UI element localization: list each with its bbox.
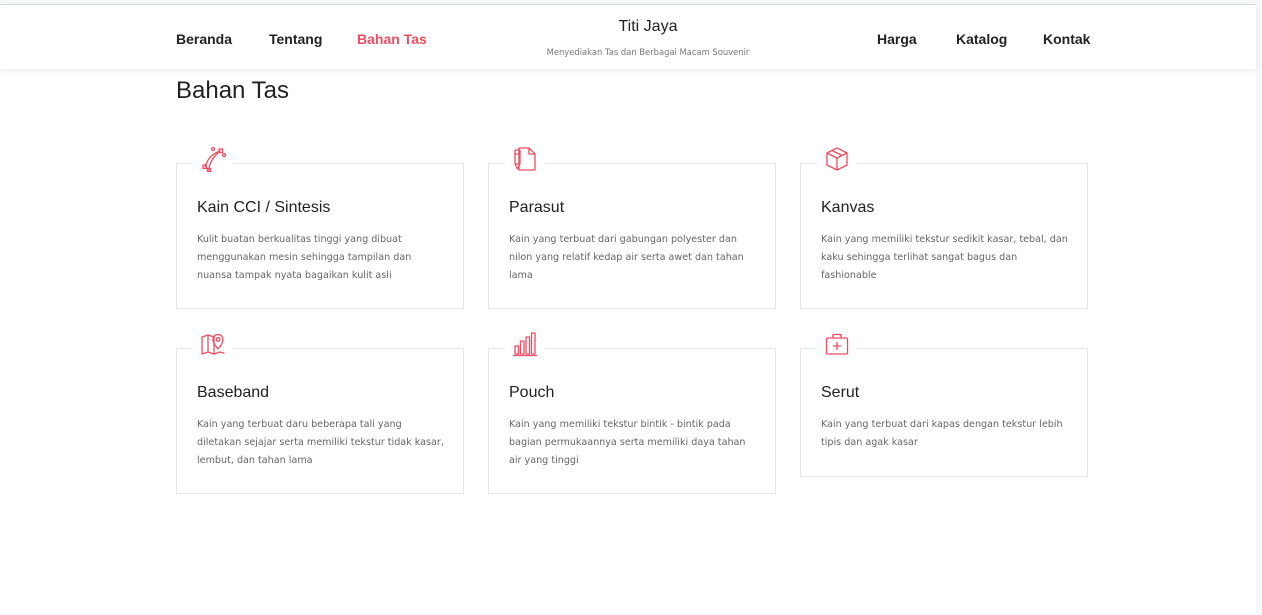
- card-title: Parasut: [509, 199, 565, 216]
- card-title: Serut: [821, 384, 860, 401]
- first-aid-kit-icon: [817, 327, 857, 361]
- card-title: Kanvas: [821, 199, 875, 216]
- material-card-serut: Serut Kain yang terbuat dari kapas denga…: [800, 327, 1088, 477]
- navbar: Beranda Tentang Bahan Tas Titi Jaya Meny…: [0, 5, 1256, 69]
- bar-chart-icon: [505, 327, 545, 361]
- card-description: Kain yang terbuat daru beberapa tali yan…: [197, 419, 444, 466]
- card-title: Kain CCI / Sintesis: [197, 199, 331, 216]
- material-card-kain-cci: Kain CCI / Sintesis Kulit buatan berkual…: [176, 142, 464, 309]
- map-pin-icon: [193, 327, 233, 361]
- card-title: Pouch: [509, 384, 555, 401]
- section-title: Bahan Tas: [176, 77, 289, 104]
- nav-link-harga[interactable]: Harga: [877, 31, 917, 47]
- material-card-baseband: Baseband Kain yang terbuat daru beberapa…: [176, 327, 464, 494]
- brand-subtitle: Menyediakan Tas dan Berbagai Macam Souve…: [546, 47, 750, 57]
- page: Beranda Tentang Bahan Tas Titi Jaya Meny…: [0, 5, 1256, 615]
- nav-link-kontak[interactable]: Kontak: [1043, 31, 1090, 47]
- nav-link-katalog[interactable]: Katalog: [956, 31, 1007, 47]
- card-description: Kulit buatan berkualitas tinggi yang dib…: [197, 234, 412, 281]
- box-icon: [817, 142, 857, 176]
- card-description: Kain yang memiliki tekstur bintik - bint…: [509, 419, 746, 466]
- card-description: Kain yang terbuat dari kapas dengan teks…: [821, 419, 1063, 448]
- card-description: Kain yang memiliki tekstur sedikit kasar…: [821, 234, 1068, 281]
- material-card-pouch: Pouch Kain yang memiliki tekstur bintik …: [488, 327, 776, 494]
- material-card-kanvas: Kanvas Kain yang memiliki tekstur sediki…: [800, 142, 1088, 309]
- nav-link-bahan-tas[interactable]: Bahan Tas: [357, 31, 427, 47]
- vector-pen-icon: [193, 142, 233, 176]
- material-card-parasut: Parasut Kain yang terbuat dari gabungan …: [488, 142, 776, 309]
- nav-link-tentang[interactable]: Tentang: [269, 31, 322, 47]
- document-pencil-icon: [505, 142, 545, 176]
- brand[interactable]: Titi Jaya Menyediakan Tas dan Berbagai M…: [528, 17, 768, 57]
- brand-title: Titi Jaya: [618, 18, 678, 35]
- card-description: Kain yang terbuat dari gabungan polyeste…: [509, 234, 744, 281]
- nav-link-beranda[interactable]: Beranda: [176, 31, 232, 47]
- card-title: Baseband: [197, 384, 270, 401]
